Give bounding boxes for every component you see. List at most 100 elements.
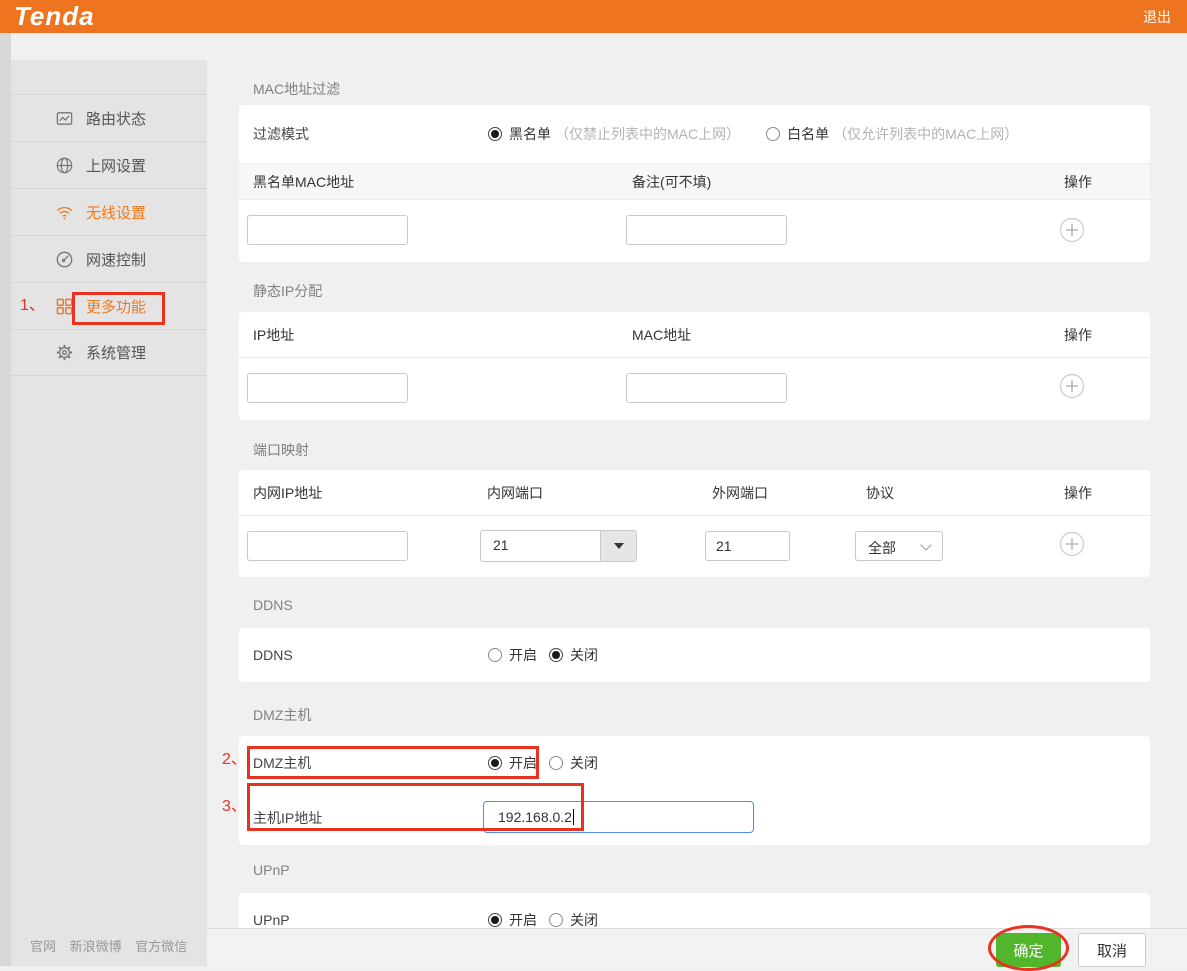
static-ip-table-header: IP地址 MAC地址 操作 (239, 312, 1150, 358)
official-site-link[interactable]: 官网 (30, 939, 56, 954)
sidebar-menu: 路由状态 上网设置 (11, 94, 207, 376)
dmz-ip-row: 主机IP地址 192.168.0.2 (239, 790, 1150, 845)
section-title-port-mapping: 端口映射 (253, 440, 309, 460)
note-input[interactable] (626, 215, 787, 245)
sidebar-item-speed-control[interactable]: 网速控制 (11, 235, 207, 282)
dmz-ip-label: 主机IP地址 (253, 808, 322, 828)
footer-links: 官网 新浪微博 官方微信 (30, 936, 197, 955)
dmz-off-radio[interactable] (549, 756, 563, 770)
triangle-down-icon (614, 543, 624, 549)
section-title-upnp: UPnP (253, 862, 290, 878)
col-header-wan-port: 外网端口 (712, 483, 768, 503)
whitelist-radio[interactable] (766, 127, 780, 141)
col-header-lan-ip: 内网IP地址 (253, 483, 322, 503)
sidebar-item-label: 路由状态 (86, 108, 146, 129)
sidebar-item-router-status[interactable]: 路由状态 (11, 94, 207, 141)
col-header-action: 操作 (1064, 483, 1092, 503)
add-mac-filter-button[interactable] (1059, 217, 1085, 243)
dmz-off-label[interactable]: 关闭 (570, 753, 598, 773)
static-mac-input[interactable] (626, 373, 787, 403)
protocol-value: 全部 (868, 538, 896, 558)
lan-ip-input[interactable] (247, 531, 408, 561)
sidebar-item-label: 更多功能 (86, 296, 146, 317)
dmz-ip-input[interactable]: 192.168.0.2 (483, 801, 754, 833)
col-header-note: 备注(可不填) (632, 172, 711, 192)
static-ip-input-row (239, 358, 1150, 419)
sidebar-item-label: 系统管理 (86, 342, 146, 363)
section-title-mac-filter: MAC地址过滤 (253, 79, 340, 99)
upnp-radios: 开启 关闭 (488, 910, 598, 930)
upnp-off-radio[interactable] (549, 913, 563, 927)
dmz-switch-row: DMZ主机 开启 关闭 (239, 736, 1150, 790)
sidebar-item-internet-settings[interactable]: 上网设置 (11, 141, 207, 188)
col-header-mac: MAC地址 (632, 325, 691, 345)
whitelist-radio-label[interactable]: 白名单 (787, 124, 829, 144)
chevron-down-icon (920, 539, 931, 550)
ddns-on-label[interactable]: 开启 (509, 645, 537, 665)
ok-button[interactable]: 确定 (996, 933, 1061, 967)
dmz-on-radio[interactable] (488, 756, 502, 770)
status-chart-icon (55, 109, 74, 128)
static-ip-input[interactable] (247, 373, 408, 403)
mac-filter-input-row (239, 200, 1150, 261)
dmz-label: DMZ主机 (253, 753, 311, 773)
section-title-dmz: DMZ主机 (253, 705, 311, 725)
gear-icon (55, 343, 74, 362)
filter-mode-radios: 黑名单 （仅禁止列表中的MAC上网） 白名单 （仅允许列表中的MAC上网） (488, 124, 1018, 144)
sidebar-item-wireless-settings[interactable]: 无线设置 (11, 188, 207, 235)
app-body: 路由状态 上网设置 (0, 33, 1187, 966)
sidebar: 路由状态 上网设置 (11, 60, 207, 966)
tenda-logo: Tenda (14, 1, 95, 32)
cancel-button[interactable]: 取消 (1078, 933, 1146, 967)
top-bar: Tenda 退出 (0, 0, 1187, 33)
dmz-radios: 开启 关闭 (488, 753, 598, 773)
col-header-action: 操作 (1064, 325, 1092, 345)
blacklist-mac-input[interactable] (247, 215, 408, 245)
protocol-select[interactable]: 全部 (855, 531, 943, 561)
weibo-link[interactable]: 新浪微博 (70, 939, 122, 954)
lan-port-combobox[interactable]: 21 (480, 530, 637, 562)
add-port-mapping-button[interactable] (1059, 531, 1085, 557)
filter-mode-row: 过滤模式 黑名单 （仅禁止列表中的MAC上网） 白名单 （仅允许列表中的MAC上… (239, 105, 1150, 163)
filter-mode-label: 过滤模式 (253, 124, 309, 144)
ddns-radios: 开启 关闭 (488, 645, 598, 665)
dmz-on-label[interactable]: 开启 (509, 753, 537, 773)
blacklist-radio-label[interactable]: 黑名单 (509, 124, 551, 144)
ddns-off-radio[interactable] (549, 648, 563, 662)
col-header-protocol: 协议 (866, 483, 894, 503)
whitelist-hint: （仅允许列表中的MAC上网） (833, 124, 1018, 144)
mac-filter-table-header: 黑名单MAC地址 备注(可不填) 操作 (239, 163, 1150, 200)
col-header-blacklist-mac: 黑名单MAC地址 (253, 172, 354, 192)
add-static-ip-button[interactable] (1059, 373, 1085, 399)
speedometer-icon (55, 250, 74, 269)
upnp-on-label[interactable]: 开启 (509, 910, 537, 930)
col-header-ip: IP地址 (253, 325, 294, 345)
ddns-label: DDNS (253, 647, 293, 663)
upnp-on-radio[interactable] (488, 913, 502, 927)
blacklist-radio[interactable] (488, 127, 502, 141)
main-content: MAC地址过滤 过滤模式 黑名单 （仅禁止列表中的MAC上网） 白名单 （仅允许… (207, 33, 1187, 966)
lan-port-value: 21 (493, 537, 509, 553)
ddns-off-label[interactable]: 关闭 (570, 645, 598, 665)
sidebar-item-system-management[interactable]: 系统管理 (11, 329, 207, 376)
port-mapping-card: 内网IP地址 内网端口 外网端口 协议 操作 21 全部 (239, 470, 1150, 577)
dmz-ip-value: 192.168.0.2 (498, 809, 572, 825)
col-header-lan-port: 内网端口 (487, 483, 543, 503)
blacklist-hint: （仅禁止列表中的MAC上网） (555, 124, 740, 144)
logout-button[interactable]: 退出 (1143, 7, 1171, 27)
dmz-card: DMZ主机 开启 关闭 主机IP地址 192.168.0.2 (239, 736, 1150, 845)
section-title-ddns: DDNS (253, 597, 293, 613)
section-title-static-ip: 静态IP分配 (253, 281, 322, 301)
wechat-link[interactable]: 官方微信 (135, 939, 187, 954)
ddns-card: DDNS 开启 关闭 (239, 628, 1150, 682)
globe-icon (55, 156, 74, 175)
wifi-icon (55, 203, 74, 222)
ddns-on-radio[interactable] (488, 648, 502, 662)
lan-port-dropdown-button[interactable] (600, 531, 636, 561)
upnp-off-label[interactable]: 关闭 (570, 910, 598, 930)
wan-port-input[interactable] (705, 531, 790, 561)
ddns-row: DDNS 开启 关闭 (239, 628, 1150, 682)
sidebar-item-more-functions[interactable]: 更多功能 (11, 282, 207, 329)
static-ip-card: IP地址 MAC地址 操作 (239, 312, 1150, 420)
col-header-action: 操作 (1064, 172, 1092, 192)
